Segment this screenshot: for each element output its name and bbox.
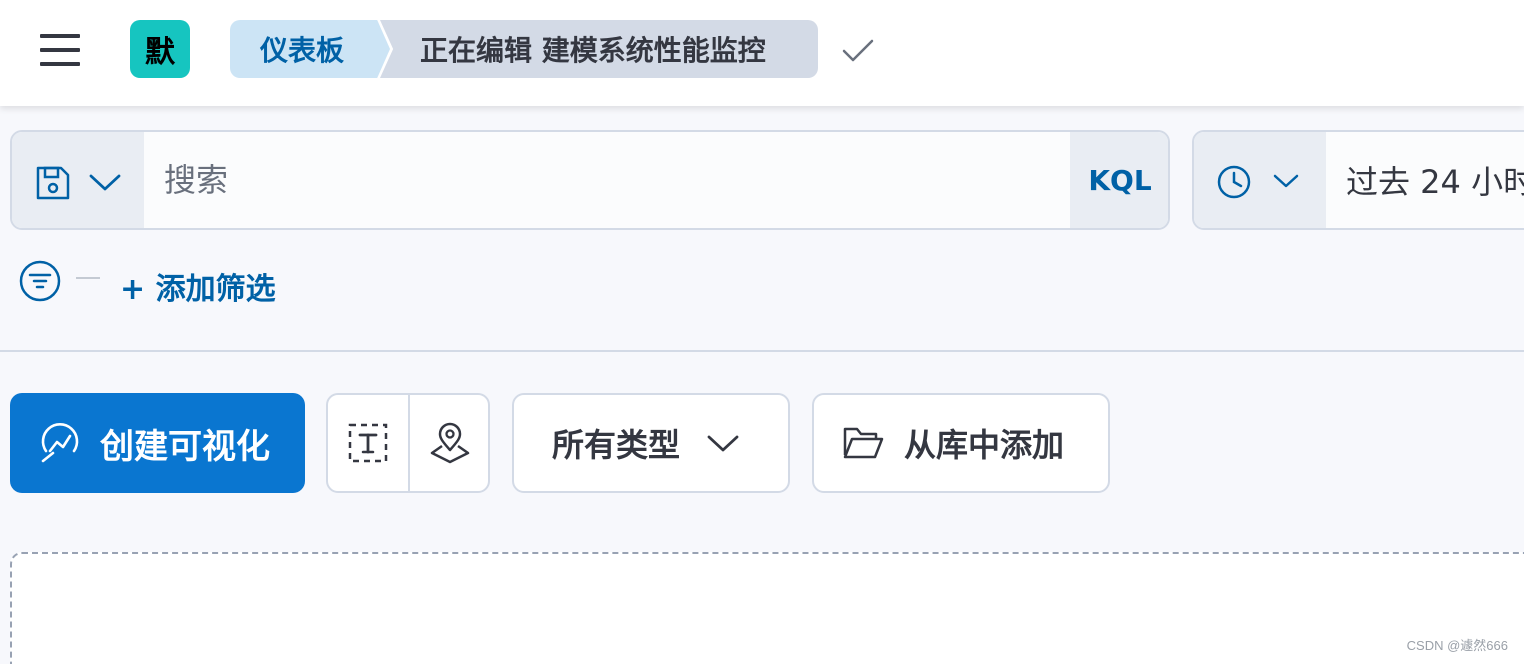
space-avatar[interactable]: 默 [130, 20, 190, 78]
visualize-icon [41, 423, 79, 463]
chevron-down-icon [1273, 174, 1299, 188]
time-range-display[interactable]: 过去 24 小时 [1346, 132, 1524, 228]
add-from-library-label: 从库中添加 [904, 426, 1065, 464]
map-marker-icon [430, 422, 470, 464]
type-select-label: 所有类型 [552, 426, 681, 464]
add-map-button[interactable] [410, 395, 488, 491]
time-picker: 过去 24 小时 [1192, 130, 1524, 230]
create-visualization-label: 创建可视化 [100, 426, 270, 467]
quick-add-group [326, 393, 490, 493]
filter-separator [76, 277, 100, 279]
watermark: CSDN @遽然666 [1406, 638, 1508, 653]
save-icon [36, 166, 70, 200]
breadcrumb-dashboards[interactable]: 仪表板 [230, 20, 390, 78]
hamburger-menu-icon[interactable] [36, 30, 84, 70]
query-language-button[interactable]: KQL [1070, 132, 1168, 228]
query-language-label: KQL [1088, 163, 1152, 197]
query-bar: KQL [10, 130, 1170, 230]
create-visualization-button[interactable]: 创建可视化 [10, 393, 305, 493]
breadcrumb-current: 正在编辑 建模系统性能监控 [380, 20, 818, 78]
saved-query-button[interactable] [12, 132, 144, 228]
add-filter-button[interactable]: + 添加筛选 [120, 264, 276, 308]
dashboard-panel-area [10, 552, 1524, 664]
quick-time-menu-button[interactable] [1194, 132, 1326, 228]
clock-icon [1217, 165, 1251, 199]
breadcrumb-current-label: 正在编辑 建模系统性能监控 [420, 34, 766, 67]
add-text-button[interactable] [328, 395, 408, 491]
divider [0, 350, 1524, 352]
breadcrumb-dashboards-label: 仪表板 [260, 34, 345, 67]
chevron-down-icon [89, 174, 121, 191]
search-input[interactable] [144, 132, 1070, 228]
top-header: 默 仪表板 正在编辑 建模系统性能监控 [0, 0, 1524, 106]
type-select-button[interactable]: 所有类型 [512, 393, 790, 493]
checkmark-icon[interactable] [838, 30, 878, 70]
chevron-down-icon [707, 435, 739, 452]
text-box-icon [348, 423, 388, 463]
add-from-library-button[interactable]: 从库中添加 [812, 393, 1110, 493]
folder-open-icon [843, 427, 884, 459]
filter-icon[interactable] [18, 260, 62, 302]
space-avatar-letter: 默 [145, 35, 175, 70]
